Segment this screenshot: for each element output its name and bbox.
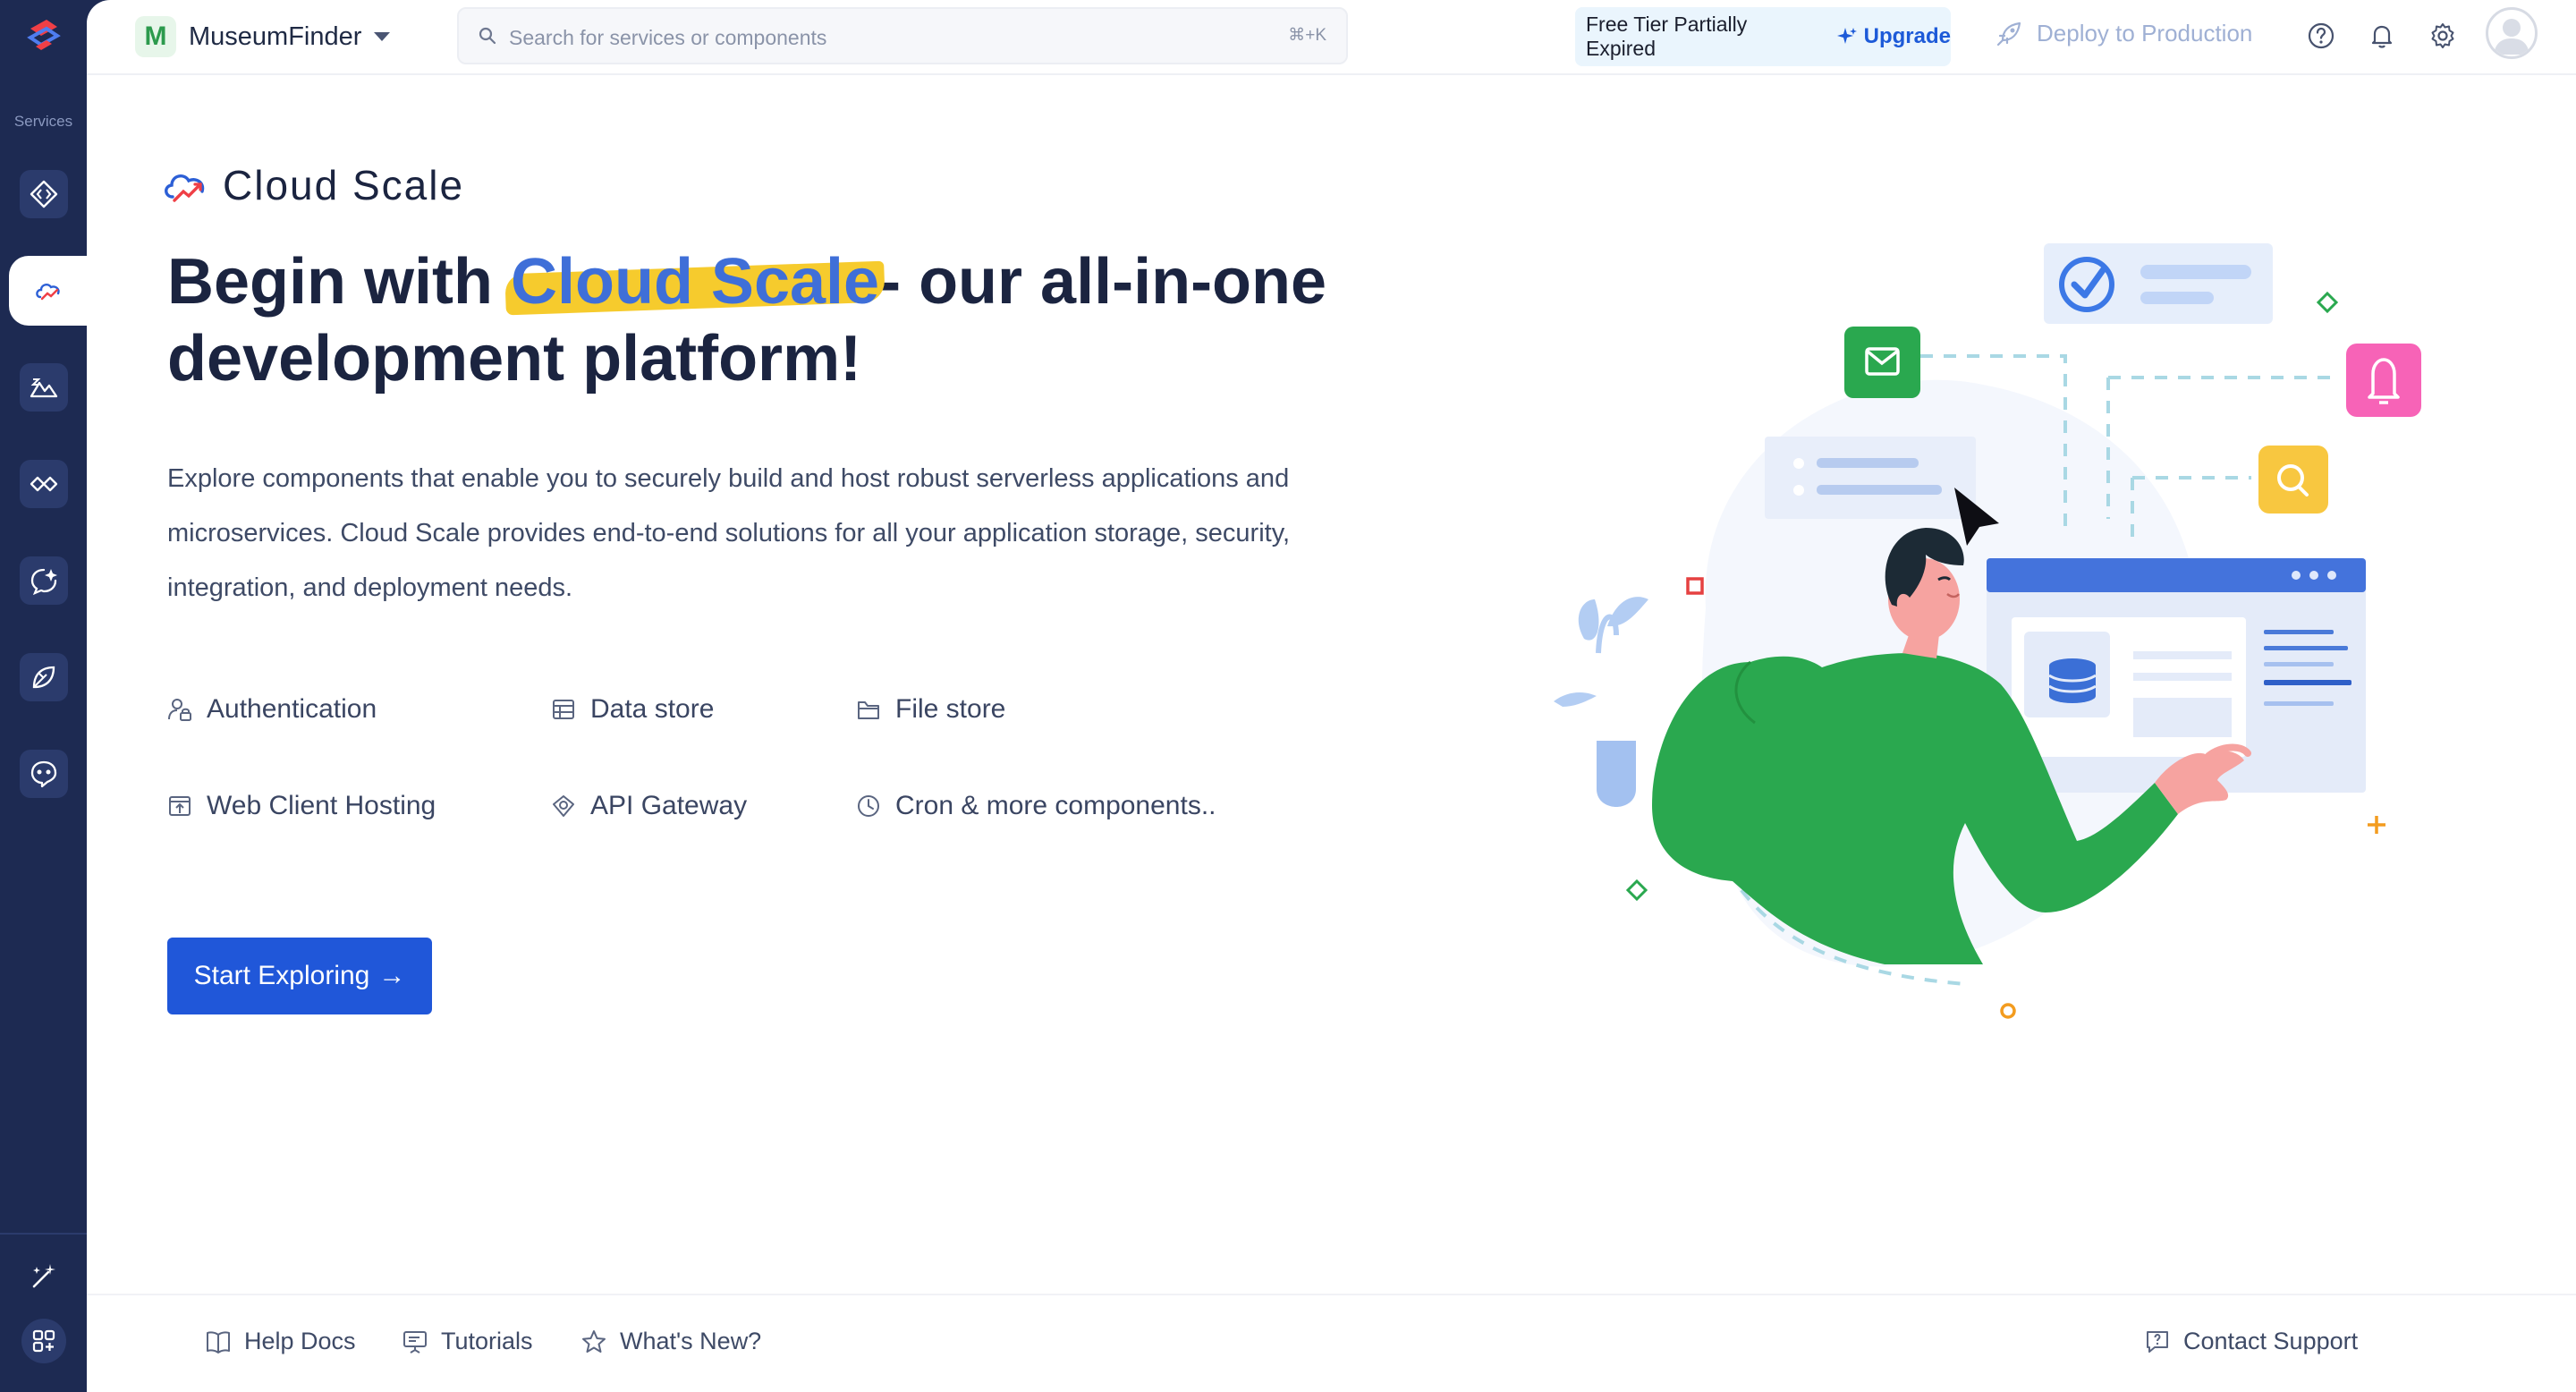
search-bar: ⌘+K: [457, 7, 1348, 64]
sidebar-divider: [0, 1233, 87, 1235]
gear-icon: [2431, 23, 2454, 48]
feature-web-client-hosting: Web Client Hosting: [167, 791, 436, 821]
feature-authentication: Authentication: [167, 694, 377, 725]
deploy-to-production-button[interactable]: Deploy to Production: [1996, 20, 2252, 47]
whats-new-label: What's New?: [620, 1328, 762, 1354]
top-bar: M MuseumFinder ⌘+K Free Tier Partially E…: [87, 0, 2576, 75]
user-avatar[interactable]: [2486, 7, 2538, 59]
sidebar-item-devops[interactable]: [20, 653, 68, 701]
upgrade-button[interactable]: Upgrade: [1836, 24, 1951, 49]
feature-label: Data store: [590, 694, 715, 724]
clock-icon: [858, 795, 879, 817]
contact-support-link[interactable]: Contact Support: [2144, 1328, 2358, 1355]
gateway-icon: [553, 795, 574, 817]
search-shortcut-hint: ⌘+K: [1288, 26, 1326, 45]
brand-heading: Cloud Scale: [160, 161, 464, 209]
user-lock-icon: [168, 699, 191, 721]
rocket-icon: [1996, 21, 2021, 46]
sidebar-magic-tools-button[interactable]: [21, 1254, 66, 1299]
feature-label: API Gateway: [590, 791, 748, 820]
feature-label: Web Client Hosting: [207, 791, 436, 820]
project-switcher[interactable]: M MuseumFinder: [135, 16, 391, 57]
search-input[interactable]: [507, 20, 1226, 55]
sidebar-item-embedded-services[interactable]: [20, 170, 68, 218]
sidebar-apps-menu-button[interactable]: [21, 1319, 66, 1363]
feature-file-store: File store: [856, 694, 1005, 725]
code-diamond-icon: [30, 180, 58, 208]
project-name: MuseumFinder: [189, 21, 362, 51]
table-icon: [553, 700, 574, 719]
chat-face-icon: [30, 760, 57, 788]
cloud-scale-logo-icon: [165, 174, 205, 202]
help-docs-label: Help Docs: [244, 1328, 356, 1354]
sidebar: Services: [0, 0, 87, 1392]
upgrade-label: Upgrade: [1863, 24, 1951, 48]
sidebar-item-serverless[interactable]: [20, 363, 68, 412]
notifications-button[interactable]: [2364, 18, 2400, 54]
deploy-label: Deploy to Production: [2037, 20, 2253, 47]
hero-description: Explore components that enable you to se…: [167, 464, 1291, 602]
sidebar-item-ai-ml[interactable]: [20, 556, 68, 605]
feature-cron: Cron & more components..: [856, 791, 1216, 821]
sparkle-bubble-icon: [30, 568, 57, 596]
settings-button[interactable]: [2425, 18, 2461, 54]
sidebar-item-cloud-scale[interactable]: [9, 256, 87, 326]
mountain-icon: [30, 378, 58, 398]
tutorials-link[interactable]: Tutorials: [402, 1328, 533, 1355]
feature-api-gateway: API Gateway: [551, 791, 747, 821]
start-exploring-button[interactable]: Start Exploring →: [167, 938, 432, 1014]
arrow-right-icon: →: [378, 961, 406, 990]
whats-new-link[interactable]: What's New?: [580, 1328, 761, 1355]
footer: Help Docs Tutorials What's New? Contact …: [87, 1294, 2576, 1392]
help-docs-link[interactable]: Help Docs: [205, 1328, 356, 1355]
app-logo-icon[interactable]: [23, 16, 64, 57]
bell-icon: [2371, 25, 2393, 48]
headline-highlight: Cloud Scale: [510, 246, 880, 318]
book-icon: [207, 1330, 230, 1354]
feature-label: Cron & more components..: [895, 791, 1216, 820]
feature-data-store: Data store: [551, 694, 714, 725]
contact-support-label: Contact Support: [2183, 1328, 2359, 1354]
sparkle-icon: [1836, 28, 1857, 44]
user-avatar-icon: [2494, 19, 2529, 55]
web-upload-icon: [169, 796, 191, 816]
cloud-scale-icon: [35, 283, 60, 301]
feature-label: Authentication: [207, 694, 377, 724]
tier-status-banner: Free Tier Partially Expired Upgrade: [1575, 7, 1951, 66]
star-icon: [582, 1329, 606, 1353]
hero-headline: Begin with Cloud Scale- our all-in-one d…: [167, 243, 1455, 397]
help-button[interactable]: [2303, 18, 2339, 54]
grid-plus-icon: [32, 1329, 55, 1353]
caret-down-icon: [374, 32, 391, 41]
search-icon: [479, 27, 496, 45]
support-chat-icon: [2147, 1330, 2168, 1353]
main-panel: M MuseumFinder ⌘+K Free Tier Partially E…: [87, 0, 2576, 1392]
sidebar-item-integration[interactable]: [20, 460, 68, 508]
presentation-icon: [403, 1330, 427, 1354]
project-initial-badge: M: [135, 16, 176, 57]
folder-icon: [858, 701, 879, 719]
link-diamond-icon: [30, 476, 58, 492]
cta-label: Start Exploring: [193, 961, 370, 990]
sidebar-section-label: Services: [13, 113, 73, 130]
magic-wand-icon: [32, 1264, 55, 1288]
headline-before: Begin with: [167, 246, 511, 318]
hero-illustration: [1482, 233, 2448, 1038]
tutorials-label: Tutorials: [441, 1328, 533, 1354]
feature-label: File store: [895, 694, 1006, 724]
brand-name: Cloud Scale: [223, 162, 465, 208]
tier-status-text: Free Tier Partially Expired: [1586, 13, 1748, 60]
help-circle-icon: [2308, 22, 2334, 49]
sidebar-item-analytics[interactable]: [20, 750, 68, 798]
rocket-leaf-icon: [32, 666, 55, 689]
